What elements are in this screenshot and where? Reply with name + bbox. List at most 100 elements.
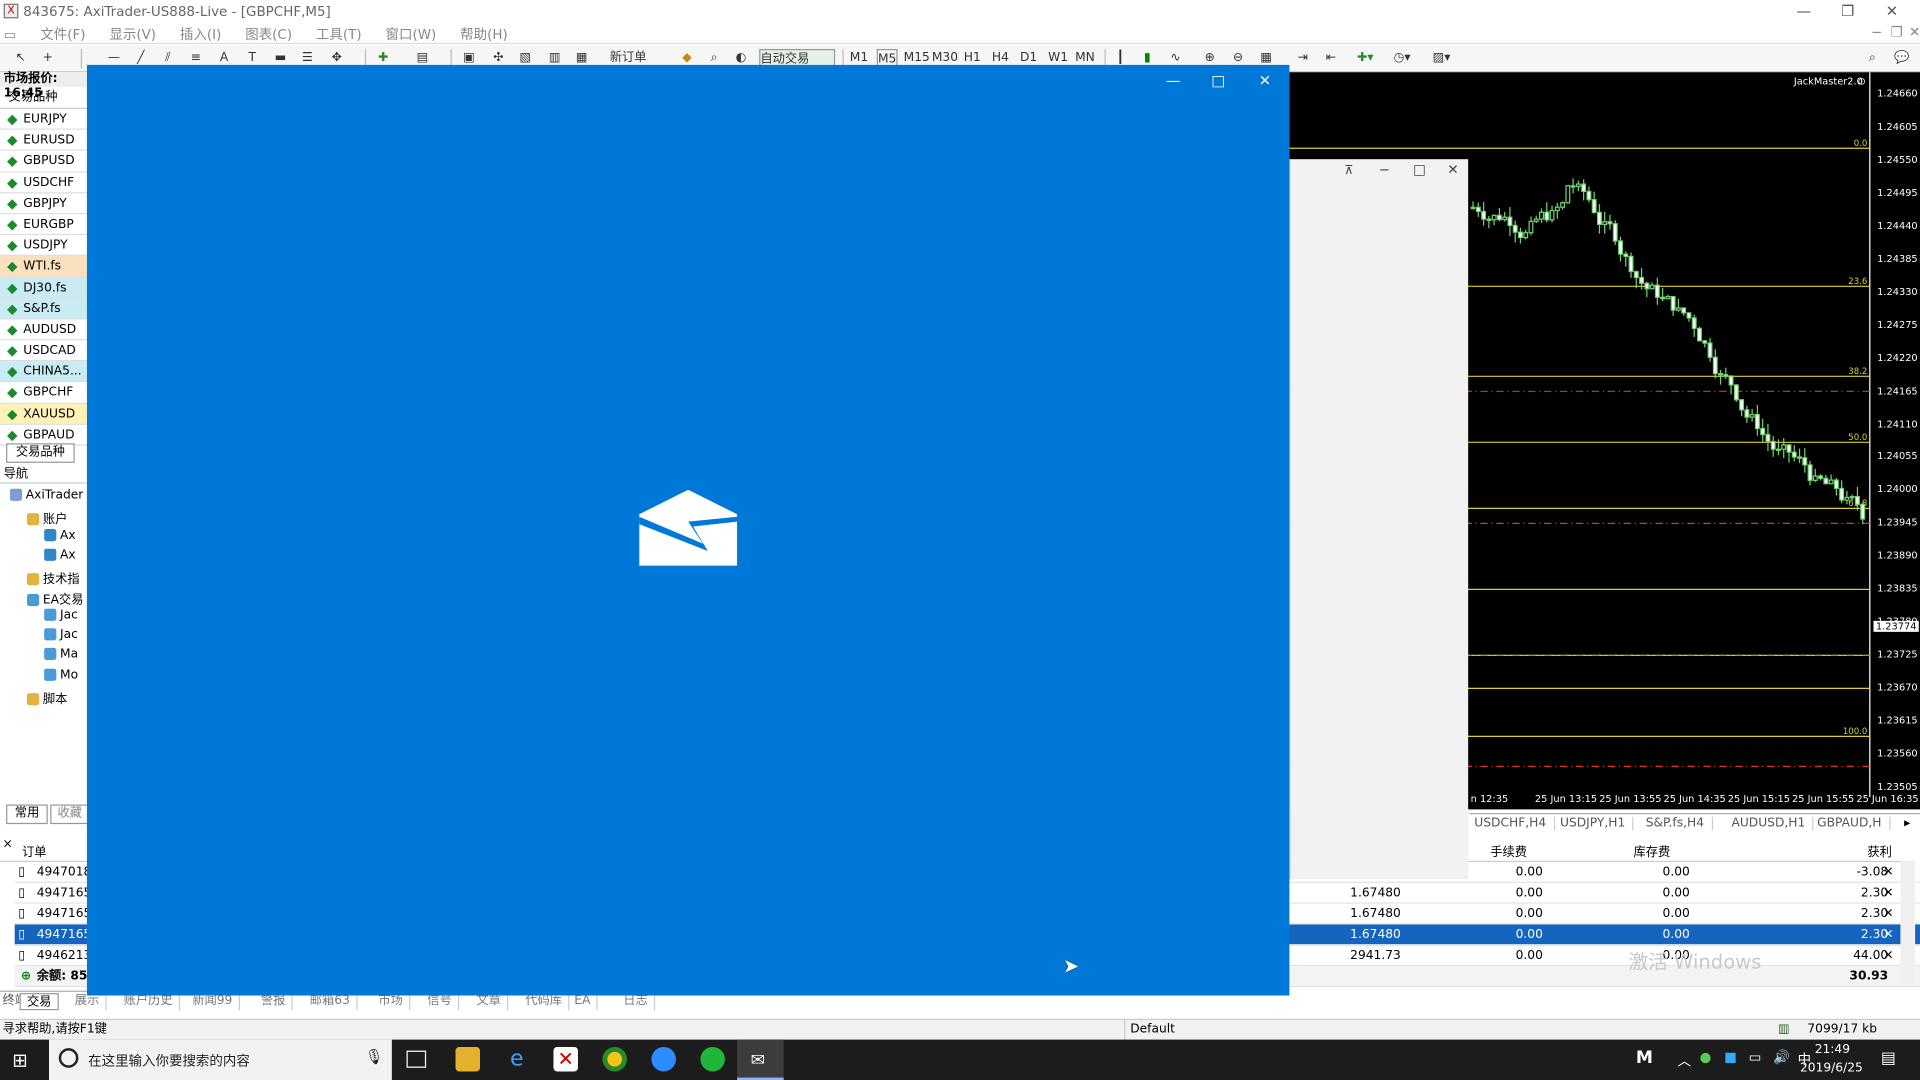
terminal-tab[interactable]: 日志	[617, 993, 656, 1011]
close-order-icon[interactable]: ✕	[1883, 924, 1893, 945]
minimize-button[interactable]: —	[1785, 1, 1822, 21]
symbol-row[interactable]: XAUUSD	[0, 403, 87, 425]
chart-tab[interactable]: GBPAUD,H	[1817, 816, 1891, 831]
bg-maximize-icon[interactable]: □	[1413, 162, 1426, 178]
symbol-row[interactable]: GBPUSD	[0, 151, 87, 173]
chrome-icon[interactable]	[602, 1046, 627, 1072]
close-order-icon[interactable]: ✕	[1883, 862, 1893, 883]
network-icon[interactable]: ▭	[1749, 1049, 1762, 1065]
edge-icon[interactable]: e	[504, 1046, 528, 1071]
navigator-item[interactable]: 账户	[26, 509, 67, 527]
symbol-row[interactable]: USDCHF	[0, 172, 87, 194]
close-order-icon[interactable]: ✕	[1883, 904, 1893, 925]
mail-taskbar-item[interactable]: ✉	[737, 1039, 784, 1080]
symbol-row[interactable]: USDJPY	[0, 235, 87, 257]
navigator-item[interactable]: Ax	[44, 528, 76, 542]
metatrader-icon[interactable]: ✕	[553, 1046, 578, 1072]
mail-app-window[interactable]: — □ ✕	[86, 64, 1290, 996]
symbol-row[interactable]: DJ30.fs	[0, 277, 87, 299]
terminal-tab[interactable]: 代码库	[519, 993, 570, 1011]
symbol-row[interactable]: GBPCHF	[0, 382, 87, 404]
symbol-row[interactable]: USDCAD	[0, 340, 87, 362]
chart-tab[interactable]: AUDUSD,H1	[1731, 816, 1814, 831]
chart-tab[interactable]: S&P.fs,H4	[1646, 816, 1713, 831]
symbol-row[interactable]: CHINA5...	[0, 361, 87, 383]
terminal-tab[interactable]: 市场	[372, 993, 411, 1011]
bg-close-icon[interactable]: ✕	[1447, 162, 1458, 178]
close-order-icon[interactable]: ✕	[1883, 945, 1893, 966]
clock-date[interactable]: 2019/6/25	[1800, 1062, 1863, 1075]
symbol-row[interactable]: EURUSD	[0, 130, 87, 152]
close-order-icon[interactable]: ✕	[1883, 883, 1893, 904]
mdi-close-icon[interactable]: ✕	[1899, 22, 1920, 43]
cursor-icon[interactable]: ↖	[12, 49, 29, 69]
chart-tab[interactable]: USDJPY,H1	[1560, 816, 1634, 831]
wechat-tray-icon[interactable]: ●	[1700, 1049, 1712, 1065]
clock-time[interactable]: 21:49	[1815, 1043, 1850, 1056]
navigator-item[interactable]: 脚本	[26, 688, 67, 707]
menu-file[interactable]: 文件(F)	[30, 22, 95, 46]
autoscroll-icon[interactable]: ⇥	[1294, 49, 1311, 69]
navigator-item[interactable]: Ma	[44, 648, 78, 662]
periods-icon[interactable]: ◷▾	[1393, 49, 1411, 69]
crosshair-icon[interactable]: +	[39, 49, 56, 69]
symbol-row[interactable]: GBPJPY	[0, 193, 87, 215]
app-tray-icon[interactable]: ■	[1724, 1049, 1737, 1065]
chart-shift-icon[interactable]: ⇤	[1322, 49, 1339, 69]
terminal-tab[interactable]: 警报	[255, 993, 293, 1011]
mail-close-button[interactable]: ✕	[1249, 70, 1281, 92]
close-button[interactable]: ✕	[1873, 1, 1910, 21]
tab-favorites[interactable]: 收藏	[50, 804, 90, 825]
menu-charts[interactable]: 图表(C)	[235, 22, 301, 46]
templates-icon[interactable]: ▨▾	[1433, 49, 1451, 69]
tray-expand-icon[interactable]: ︿	[1678, 1051, 1691, 1071]
symbol-row[interactable]: AUDUSD	[0, 319, 87, 341]
chat-icon[interactable]: 💬	[1893, 49, 1910, 69]
chart-window-icon[interactable]: ▭	[0, 24, 26, 45]
volume-icon[interactable]: 🔊	[1773, 1049, 1790, 1065]
terminal-tab[interactable]: 展示	[69, 993, 107, 1011]
symbol-row[interactable]: EURJPY	[0, 108, 87, 131]
mail-maximize-button[interactable]: □	[1202, 70, 1234, 92]
terminal-scrollbar[interactable]	[1900, 860, 1916, 984]
menu-insert[interactable]: 插入(I)	[170, 22, 231, 46]
navigator-item[interactable]: Jac	[44, 608, 78, 622]
terminal-tab[interactable]: 交易	[19, 993, 59, 1011]
symbol-row[interactable]: EURGBP	[0, 214, 87, 236]
navigator-item[interactable]: Ax	[44, 548, 76, 562]
terminal-tab[interactable]: 新闻99	[186, 993, 240, 1011]
symbol-row[interactable]: WTI.fs	[0, 256, 87, 278]
search-box[interactable]: 在这里输入你要搜索的内容 🎙	[48, 1039, 392, 1080]
navigator-item[interactable]: Mo	[44, 668, 78, 682]
terminal-tab[interactable]: 文章	[470, 993, 509, 1011]
wechat-icon[interactable]	[700, 1046, 725, 1072]
zoom-app-icon[interactable]	[651, 1046, 676, 1072]
terminal-tab[interactable]: 账户历史	[118, 993, 181, 1011]
mail-minimize-button[interactable]: —	[1157, 70, 1189, 92]
chart-tab[interactable]: USDCHF,H4	[1474, 816, 1555, 831]
navigator-item[interactable]: Jac	[44, 628, 78, 642]
terminal-tab[interactable]: 邮箱63	[304, 993, 358, 1011]
menu-window[interactable]: 窗口(W)	[376, 22, 446, 46]
terminal-tab[interactable]: EA	[568, 993, 598, 1011]
navigator-item[interactable]: 技术指	[26, 568, 80, 587]
menu-tools[interactable]: 工具(T)	[306, 22, 371, 46]
tab-scroll-right-icon[interactable]: ▸	[1904, 817, 1910, 830]
pin-icon[interactable]: ⊼	[1345, 164, 1354, 177]
indicators-icon[interactable]: ✚▾	[1357, 49, 1374, 69]
restore-button[interactable]: ❐	[1829, 1, 1866, 21]
task-view-icon[interactable]	[406, 1050, 427, 1068]
terminal-tab[interactable]: 信号	[421, 993, 460, 1011]
start-button[interactable]: ⊞	[12, 1049, 27, 1071]
menu-help[interactable]: 帮助(H)	[450, 22, 517, 46]
ime-indicator[interactable]: M	[1636, 1048, 1653, 1068]
tab-common[interactable]: 常用	[6, 804, 48, 825]
menu-view[interactable]: 显示(V)	[100, 22, 166, 46]
navigator-item[interactable]: EA交易	[26, 588, 83, 607]
bg-minimize-icon[interactable]: −	[1379, 162, 1390, 178]
notification-icon[interactable]: ▤	[1881, 1049, 1896, 1067]
tab-symbols[interactable]: 交易品种	[6, 443, 75, 463]
navigator-item[interactable]: AxiTrader	[9, 488, 84, 502]
search-toolbar-icon[interactable]: ⌕	[1864, 49, 1881, 69]
symbol-row[interactable]: S&P.fs	[0, 298, 87, 320]
